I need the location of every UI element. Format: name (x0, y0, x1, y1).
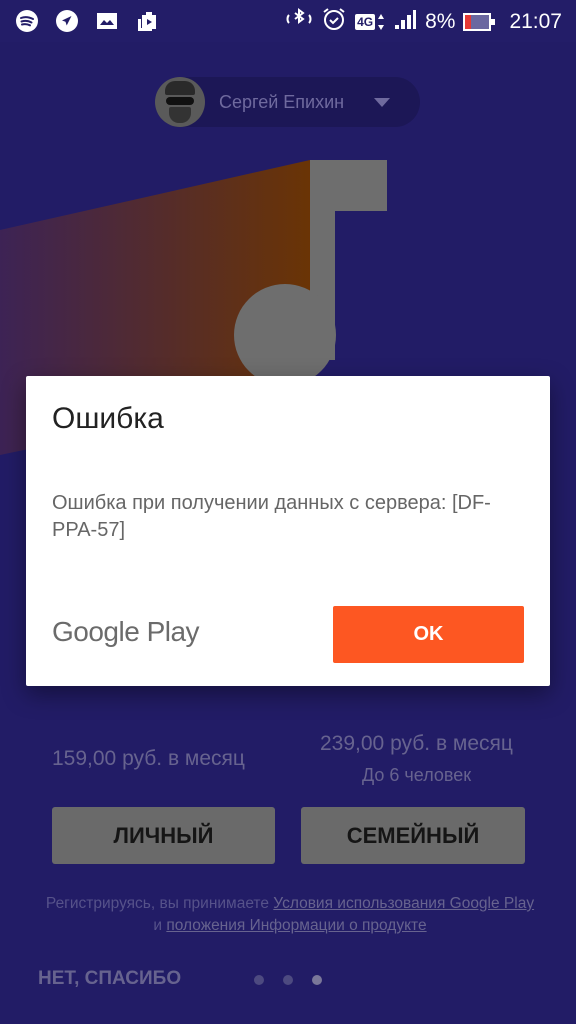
terms-middle: и (153, 917, 167, 934)
page-dot-active (312, 975, 322, 985)
error-dialog: Ошибка Ошибка при получении данных с сер… (26, 376, 550, 686)
no-thanks-button[interactable]: НЕТ, СПАСИБО (38, 968, 181, 990)
clock: 21:07 (509, 10, 562, 33)
network-4g-icon: 4G (355, 13, 385, 31)
terms-of-service-link[interactable]: Условия использования Google Play (273, 895, 534, 912)
avatar (155, 77, 205, 127)
personal-plan-button[interactable]: ЛИЧНЫЙ (52, 807, 275, 864)
page-dot (283, 975, 293, 985)
signal-icon (393, 8, 417, 36)
google-play-logo: Google Play (52, 616, 200, 647)
telegram-icon (54, 8, 80, 34)
battery-percent: 8% (425, 10, 456, 33)
family-plan-button[interactable]: СЕМЕЙНЫЙ (301, 807, 525, 864)
alarm-icon (321, 6, 347, 38)
media-icon (134, 8, 160, 34)
page-indicator (254, 975, 322, 985)
battery-icon (463, 13, 496, 31)
terms-text: Регистрируясь, вы принимаете Условия исп… (40, 893, 540, 937)
personal-plan-price: 159,00 руб. в месяц (52, 747, 245, 770)
spotify-icon (14, 8, 40, 34)
dialog-message: Ошибка при получении данных с сервера: [… (52, 492, 491, 541)
family-plan-note: До 6 человек (362, 765, 472, 785)
chevron-down-icon (374, 98, 390, 107)
ok-button[interactable]: OK (333, 606, 524, 663)
product-info-link[interactable]: положения Информации о продукте (166, 917, 426, 934)
note-head (234, 284, 336, 386)
page-dot (254, 975, 264, 985)
gallery-icon (94, 8, 120, 34)
account-name: Сергей Епихин (219, 91, 345, 112)
family-plan-price: 239,00 руб. в месяц (320, 732, 513, 755)
status-bar: 4G 8% 21:07 (0, 0, 576, 42)
battery-level (465, 15, 472, 29)
bluetooth-icon (285, 7, 313, 37)
terms-prefix: Регистрируясь, вы принимаете (45, 895, 274, 912)
account-switcher[interactable]: Сергей Епихин (155, 77, 420, 127)
dialog-title: Ошибка (52, 402, 164, 435)
